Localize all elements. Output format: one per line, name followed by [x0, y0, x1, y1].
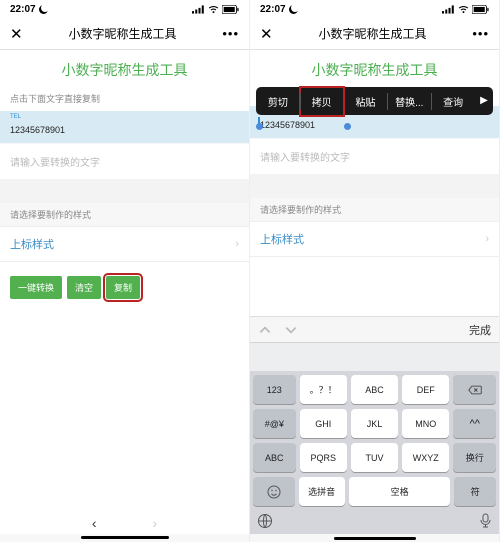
key-abc[interactable]: ABC: [351, 375, 398, 404]
input-field[interactable]: 请输入要转换的文字: [250, 139, 499, 174]
replace-item[interactable]: 替换...: [387, 87, 431, 116]
keyboard: 123 。？！ ABC DEF #@¥ GHI JKL MNO ^^ ABC P…: [250, 371, 499, 534]
mic-key[interactable]: [479, 513, 492, 529]
key-wxyz[interactable]: WXYZ: [402, 443, 449, 472]
pinyin-key[interactable]: 选拼音: [299, 477, 345, 506]
page-title: 小数字昵称生成工具: [250, 50, 499, 88]
chevron-right-icon: ›: [235, 238, 239, 250]
time: 22:07: [10, 4, 36, 15]
chevron-down-icon[interactable]: [284, 323, 298, 337]
copy-button[interactable]: 复制: [106, 276, 140, 299]
search-item[interactable]: 查询: [431, 87, 475, 116]
key-123[interactable]: 123: [253, 375, 296, 404]
clear-button[interactable]: 清空: [67, 276, 101, 299]
edit-popover: 剪切 拷贝 粘贴 替换... 查询 ▶: [256, 87, 493, 115]
action-buttons: 一键转换 清空 复制: [0, 262, 249, 313]
key-mno[interactable]: MNO: [402, 409, 449, 438]
home-indicator[interactable]: [81, 536, 169, 539]
keyboard-accessory: 完成: [250, 316, 499, 342]
globe-key[interactable]: [257, 513, 273, 529]
nav-bar: ✕ 小数字昵称生成工具 •••: [250, 18, 499, 50]
convert-button[interactable]: 一键转换: [10, 276, 62, 299]
output-value: 12345678901: [260, 120, 315, 130]
candidate-bar[interactable]: [250, 343, 499, 371]
space-key[interactable]: 空格: [349, 477, 451, 506]
output-field[interactable]: TEL 12345678901: [0, 111, 249, 143]
copy-item[interactable]: 拷贝: [300, 87, 344, 116]
close-button[interactable]: ✕: [10, 25, 23, 43]
chevron-right-icon: ›: [485, 233, 489, 245]
more-button[interactable]: •••: [222, 26, 239, 41]
input-field[interactable]: 请输入要转换的文字: [0, 144, 249, 179]
more-button[interactable]: •••: [472, 26, 489, 41]
back-button[interactable]: ‹: [92, 515, 97, 531]
dnd-icon: [39, 5, 48, 14]
time: 22:07: [260, 4, 286, 15]
style-section-label: 请选择要制作的样式: [250, 198, 499, 221]
style-picker-value: 上标样式: [260, 231, 304, 247]
copy-hint: 点击下面文字直接复制: [0, 88, 249, 111]
forward-button[interactable]: ›: [153, 515, 158, 531]
style-section-label: 请选择要制作的样式: [0, 203, 249, 226]
style-picker[interactable]: 上标样式 ›: [250, 221, 499, 257]
key-def[interactable]: DEF: [402, 375, 449, 404]
paste-item[interactable]: 粘贴: [344, 87, 388, 116]
status-bar: 22:07: [0, 0, 249, 18]
signal-icon: [192, 5, 205, 14]
close-button[interactable]: ✕: [260, 25, 273, 43]
key-jkl[interactable]: JKL: [351, 409, 398, 438]
bottom-nav: ‹ ›: [0, 512, 249, 534]
wifi-icon: [458, 5, 469, 14]
key-tuv[interactable]: TUV: [351, 443, 398, 472]
more-arrow-icon[interactable]: ▶: [475, 87, 493, 115]
style-picker-value: 上标样式: [10, 236, 54, 252]
emoji-key[interactable]: [253, 477, 295, 506]
output-value: 12345678901: [10, 125, 65, 135]
battery-icon: [472, 5, 489, 14]
sym-key[interactable]: 符: [454, 477, 496, 506]
key-punct[interactable]: 。？！: [300, 375, 347, 404]
nav-title: 小数字昵称生成工具: [68, 25, 176, 42]
backspace-key[interactable]: [453, 375, 496, 404]
key-caret[interactable]: ^^: [453, 409, 496, 438]
key-ghi[interactable]: GHI: [300, 409, 347, 438]
cut-item[interactable]: 剪切: [256, 87, 300, 116]
status-bar: 22:07: [250, 0, 499, 18]
battery-icon: [222, 5, 239, 14]
dnd-icon: [289, 5, 298, 14]
nav-bar: ✕ 小数字昵称生成工具 •••: [0, 18, 249, 50]
done-button[interactable]: 完成: [469, 322, 491, 338]
key-latin[interactable]: ABC: [253, 443, 296, 472]
style-picker[interactable]: 上标样式 ›: [0, 226, 249, 262]
page-title: 小数字昵称生成工具: [0, 50, 249, 88]
output-label: TEL: [10, 114, 239, 120]
chevron-up-icon[interactable]: [258, 323, 272, 337]
wifi-icon: [208, 5, 219, 14]
key-symbols[interactable]: #@¥: [253, 409, 296, 438]
home-indicator[interactable]: [334, 537, 416, 540]
key-pqrs[interactable]: PQRS: [300, 443, 347, 472]
signal-icon: [442, 5, 455, 14]
nav-title: 小数字昵称生成工具: [318, 25, 426, 42]
enter-key[interactable]: 换行: [453, 443, 496, 472]
